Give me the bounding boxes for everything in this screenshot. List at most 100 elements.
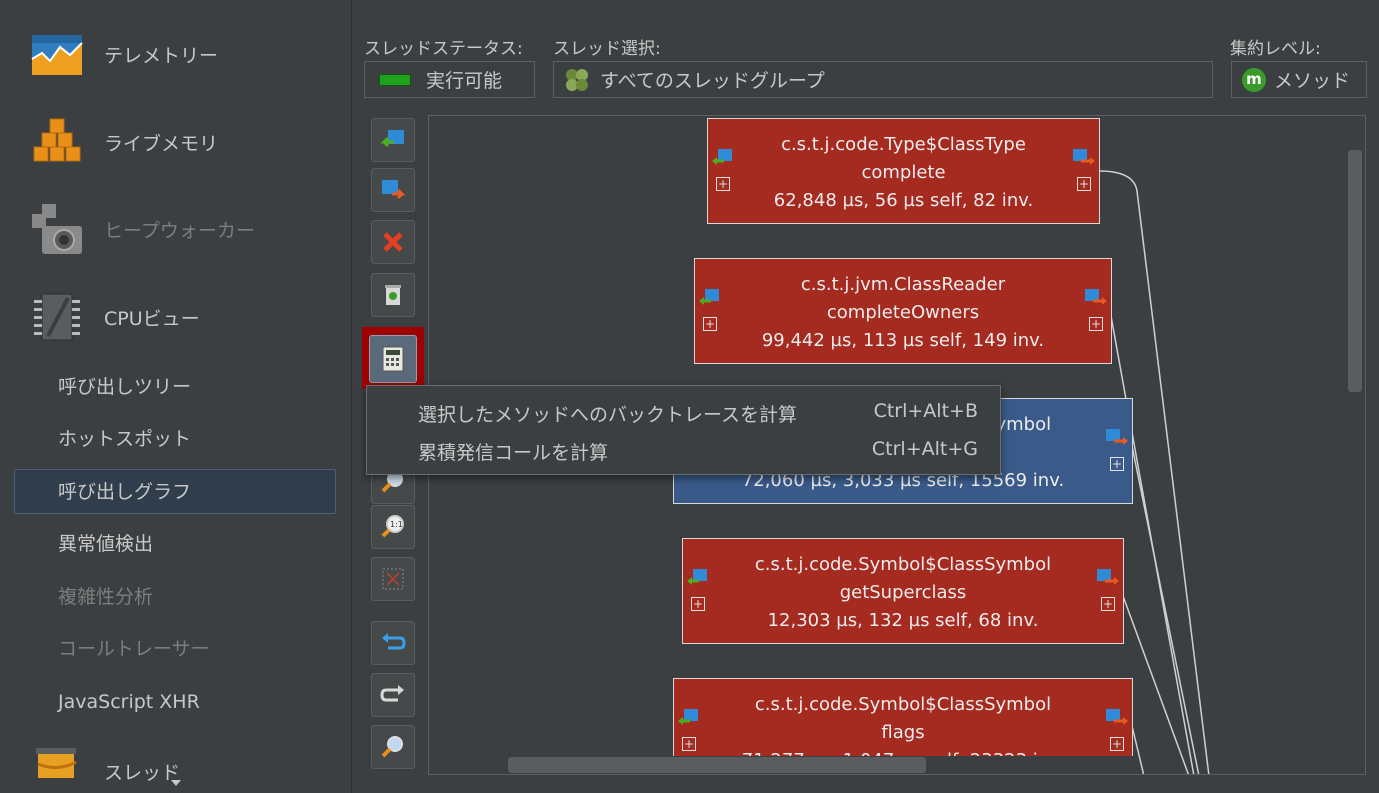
node-class-name: c.s.t.j.jvm.ClassReader — [800, 274, 1006, 295]
node-class-name: c.s.t.j.code.Symbol$ClassSymbol — [754, 694, 1052, 715]
thread-group-icon — [564, 67, 590, 93]
incoming-calls-icon[interactable] — [687, 569, 709, 587]
sidebar-item-call-graph[interactable]: 呼び出しグラフ — [58, 477, 191, 507]
outgoing-calls-icon[interactable] — [1073, 149, 1095, 167]
sidebar: テレメトリー ライブメモリ ヒープウォーカー CPUビュー 呼び出しツリー ホッ… — [0, 0, 352, 793]
sidebar-section-live-memory[interactable]: ライブメモリ — [0, 102, 352, 182]
redo-icon — [380, 685, 404, 702]
node-stats: 99,442 µs, 113 µs self, 149 inv. — [761, 330, 1045, 351]
menu-item-backtrace[interactable]: 選択したメソッドへのバックトレースを計算 Ctrl+Alt+B — [367, 394, 1002, 430]
node-class-name: c.s.t.j.code.Symbol$ClassSymbol — [754, 554, 1052, 575]
vertical-scrollbar-thumb[interactable] — [1348, 150, 1362, 392]
delete-x-icon — [383, 232, 403, 252]
telemetry-icon — [28, 25, 86, 83]
expand-outgoing-button[interactable] — [371, 168, 415, 212]
thread-status-label: スレッドステータス: — [364, 39, 523, 59]
menu-item-label: 累積発信コールを計算 — [418, 442, 609, 464]
cpu-chip-icon — [28, 288, 86, 346]
node-stats: 12,303 µs, 132 µs self, 68 inv. — [767, 610, 1039, 631]
remove-node-button[interactable] — [371, 220, 415, 264]
outgoing-calls-icon[interactable] — [1085, 289, 1107, 307]
sidebar-section-telemetry[interactable]: テレメトリー — [0, 14, 352, 94]
expand-outgoing-icon[interactable]: + — [1110, 737, 1124, 751]
threads-icon — [28, 744, 86, 785]
node-method-name: getSuperclass — [839, 582, 967, 603]
graph-node[interactable]: c.s.t.j.code.Type$ClassType complete 62,… — [707, 118, 1100, 224]
method-icon: m — [1242, 67, 1266, 92]
outgoing-calls-icon[interactable] — [1106, 429, 1128, 447]
aggregation-level-label: 集約レベル: — [1230, 39, 1321, 59]
thread-status-selector[interactable]: 実行可能 — [364, 61, 535, 98]
incoming-calls-icon[interactable] — [699, 289, 721, 307]
expand-outgoing-icon — [382, 180, 406, 200]
thread-selection-selector[interactable]: すべてのスレッドグループ — [553, 61, 1213, 98]
graph-node-clip: c.s.t.j.code.Symbol$ClassSymbol flags 71… — [673, 678, 1133, 756]
sidebar-item-outlier-detection[interactable]: 異常値検出 — [58, 529, 153, 559]
undo-button[interactable] — [371, 621, 415, 665]
node-class-name: c.s.t.j.code.Type$ClassType — [781, 134, 1026, 155]
menu-item-label: 選択したメソッドへのバックトレースを計算 — [418, 404, 798, 426]
menu-item-shortcut: Ctrl+Alt+B — [873, 400, 978, 422]
sidebar-section-label: テレメトリー — [104, 44, 219, 67]
graph-node[interactable]: c.s.t.j.code.Symbol$ClassSymbol flags 71… — [673, 678, 1133, 756]
sidebar-section-heap-walker[interactable]: ヒープウォーカー — [0, 189, 352, 269]
expand-incoming-button[interactable] — [371, 118, 415, 162]
sidebar-section-label: ヒープウォーカー — [104, 219, 255, 242]
sidebar-section-cpu-views[interactable]: CPUビュー — [0, 277, 352, 357]
expand-incoming-icon[interactable]: + — [682, 737, 696, 751]
zoom-actual-size-button[interactable]: 1:1 — [371, 505, 415, 549]
scroll-down-icon[interactable] — [171, 780, 181, 786]
thread-status-value: 実行可能 — [426, 70, 503, 92]
undo-icon — [382, 633, 406, 650]
sidebar-section-label: ライブメモリ — [104, 132, 219, 155]
sidebar-item-call-tree[interactable]: 呼び出しツリー — [58, 372, 191, 402]
calculate-button[interactable] — [369, 335, 417, 383]
menu-item-shortcut: Ctrl+Alt+G — [871, 438, 978, 460]
calculate-dropdown-menu: 選択したメソッドへのバックトレースを計算 Ctrl+Alt+B 累積発信コールを… — [366, 385, 1001, 475]
sidebar-item-complexity-analysis[interactable]: 複雑性分析 — [58, 582, 153, 612]
sidebar-item-javascript-xhr[interactable]: JavaScript XHR — [58, 687, 200, 717]
expand-incoming-icon[interactable]: + — [703, 317, 717, 331]
svg-text:1:1: 1:1 — [390, 520, 403, 529]
zoom-1-to-1-icon: 1:1 — [381, 515, 404, 538]
aggregation-level-selector[interactable]: m メソッド — [1231, 61, 1367, 98]
find-button[interactable] — [371, 725, 415, 769]
fit-to-window-icon — [382, 568, 404, 590]
sidebar-section-label: CPUビュー — [104, 307, 200, 330]
node-stats: 62,848 µs, 56 µs self, 82 inv. — [773, 190, 1034, 211]
fit-content-button[interactable] — [371, 557, 415, 601]
graph-node[interactable]: c.s.t.j.jvm.ClassReader completeOwners 9… — [694, 258, 1112, 364]
sidebar-section-label: スレッド — [104, 762, 181, 784]
outgoing-calls-icon[interactable] — [1097, 569, 1119, 587]
node-stats: 71,277 µs, 1,047 µs self, 23323 inv. — [674, 747, 1132, 756]
expand-outgoing-icon[interactable]: + — [1110, 457, 1124, 471]
thread-selection-value: すべてのスレッドグループ — [600, 70, 825, 92]
expand-outgoing-icon[interactable]: + — [1077, 177, 1091, 191]
remove-unconnected-button[interactable] — [371, 273, 415, 317]
expand-outgoing-icon[interactable]: + — [1089, 317, 1103, 331]
incoming-calls-icon[interactable] — [678, 709, 700, 727]
calculator-icon — [382, 346, 404, 372]
expand-incoming-icon[interactable]: + — [716, 177, 730, 191]
sidebar-item-hot-spots[interactable]: ホットスポット — [58, 424, 191, 454]
graph-node[interactable]: c.s.t.j.code.Symbol$ClassSymbol getSuper… — [682, 538, 1124, 644]
heap-walker-icon — [28, 200, 86, 258]
trash-recycle-icon — [385, 285, 401, 305]
expand-outgoing-icon[interactable]: + — [1101, 597, 1115, 611]
node-method-name: flags — [881, 722, 925, 743]
horizontal-scrollbar-thumb[interactable] — [508, 757, 926, 773]
redo-button[interactable] — [371, 673, 415, 717]
sidebar-item-call-tracer[interactable]: コールトレーサー — [58, 634, 210, 664]
outgoing-calls-icon[interactable] — [1106, 709, 1128, 727]
search-icon — [381, 736, 403, 758]
runnable-status-icon — [379, 73, 411, 86]
node-method-name: completeOwners — [826, 302, 980, 323]
thread-selection-label: スレッド選択: — [553, 39, 661, 59]
incoming-calls-icon[interactable] — [712, 149, 734, 167]
menu-item-cumulated-outgoing[interactable]: 累積発信コールを計算 Ctrl+Alt+G — [367, 432, 1002, 468]
expand-incoming-icon — [380, 130, 404, 148]
sidebar-section-threads[interactable]: スレッド — [0, 730, 352, 785]
live-memory-icon — [28, 113, 86, 171]
expand-incoming-icon[interactable]: + — [691, 597, 705, 611]
aggregation-level-value: メソッド — [1274, 70, 1351, 92]
